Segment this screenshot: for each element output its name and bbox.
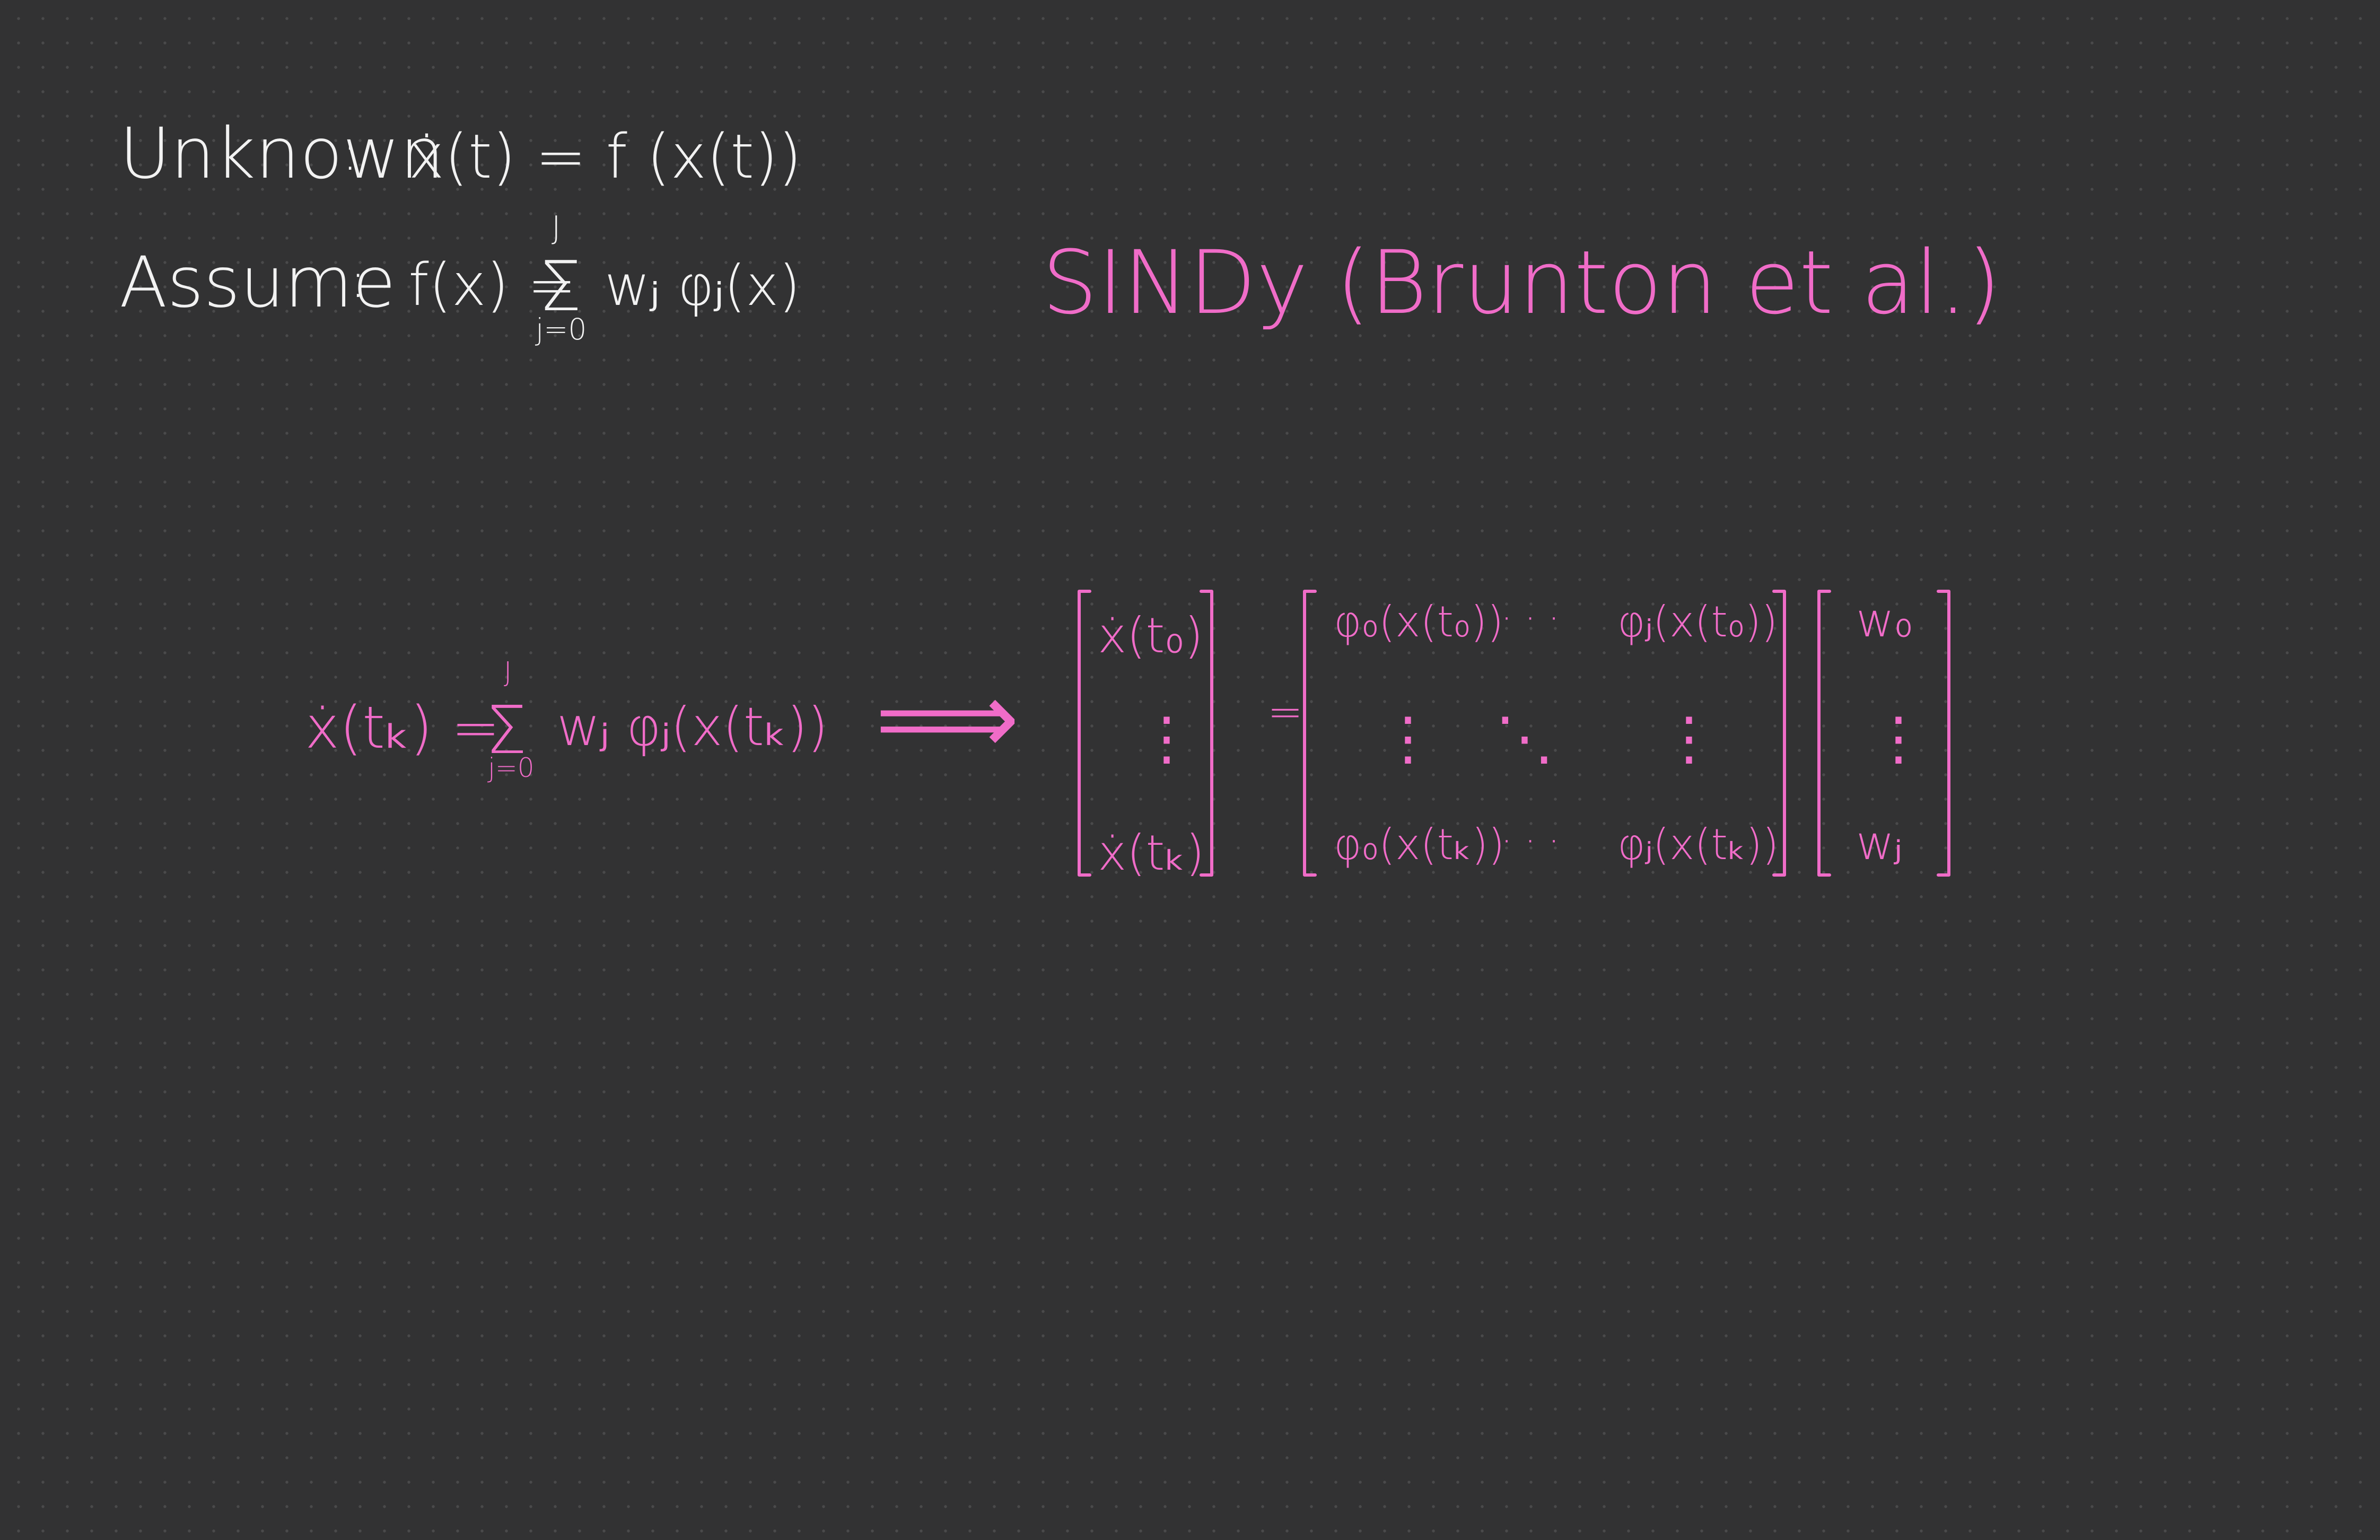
- handwriting-layer: Unknown : ẋ(t) = f (x(t)) Assume : f(x) …: [119, 113, 2001, 881]
- phi-matrix-r0c0: φ₀(x(t₀)): [1334, 597, 1503, 646]
- equation-rhs: wⱼ φⱼ(x(tₖ)): [557, 696, 828, 758]
- w-vector-entry-1: ⋮: [1869, 704, 1928, 772]
- unknown-label: Unknown: [119, 113, 444, 195]
- phi-matrix-r2c1: · · ·: [1501, 819, 1560, 863]
- phi-matrix-r1c2: ⋮: [1660, 704, 1718, 772]
- assume-sum-lower-limit: j=0: [535, 312, 587, 346]
- equation-sum-lower-limit: j=0: [487, 752, 535, 783]
- assume-equation-rhs: wⱼ φⱼ(x): [605, 253, 800, 318]
- equation-sum-upper-limit: J: [504, 657, 512, 688]
- assume-sum-upper-limit: J: [552, 209, 561, 247]
- unknown-colon: :: [342, 126, 358, 181]
- phi-matrix-left-bracket: [1303, 590, 1317, 877]
- w-vector-entry-0: w₀: [1856, 593, 1913, 648]
- phi-matrix-r2c0: φ₀(x(tₖ)): [1334, 820, 1504, 869]
- phi-matrix-r0c1: · · ·: [1501, 597, 1560, 640]
- phi-matrix-r0c2: φⱼ(x(t₀)): [1617, 597, 1778, 646]
- lhs-vector-entry-0: ẋ(t₀): [1098, 607, 1203, 664]
- phi-matrix-r2c2: φⱼ(x(tₖ)): [1617, 820, 1779, 869]
- lhs-vector-left-bracket: [1078, 590, 1091, 877]
- implies-arrow-icon: ⟹: [875, 660, 1019, 777]
- equation-lhs: ẋ(tₖ) =: [305, 694, 500, 762]
- w-vector-right-bracket: [1937, 590, 1950, 877]
- w-vector-left-bracket: [1817, 590, 1831, 877]
- phi-matrix-r1c0: ⋮: [1379, 704, 1437, 772]
- phi-matrix-r1c1: ⋱: [1495, 704, 1554, 772]
- w-vector-entry-2: wⱼ: [1856, 816, 1902, 870]
- whiteboard-canvas[interactable]: Unknown : ẋ(t) = f (x(t)) Assume : f(x) …: [0, 0, 2380, 1540]
- lhs-vector-entry-2: ẋ(tₖ): [1098, 825, 1204, 881]
- unknown-equation: ẋ(t) = f (x(t)): [408, 121, 802, 192]
- sindy-title: SINDy (Brunton et al.): [1042, 232, 2001, 334]
- assume-colon: :: [350, 253, 366, 309]
- matrix-equals-sign: =: [1267, 687, 1303, 737]
- lhs-vector-entry-1: ⋮: [1138, 704, 1196, 772]
